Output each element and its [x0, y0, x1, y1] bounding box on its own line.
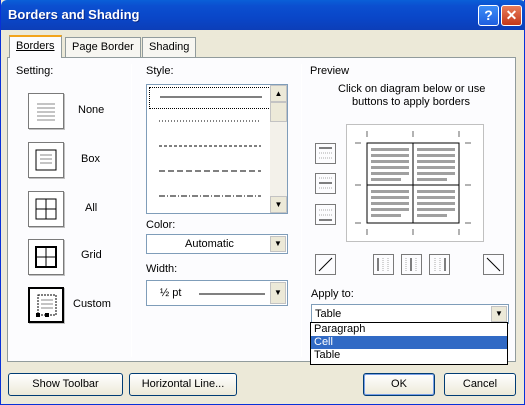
window-title: Borders and Shading — [8, 7, 140, 22]
color-value: Automatic — [185, 238, 234, 250]
borders-panel: Setting: None Box All Grid Custom Style:… — [7, 57, 516, 362]
setting-box-icon[interactable] — [28, 142, 64, 178]
apply-to-value: Table — [315, 308, 342, 320]
inside-vertical-border-button[interactable] — [401, 254, 422, 275]
setting-custom-label[interactable]: Custom — [73, 298, 111, 310]
right-border-button[interactable] — [429, 254, 450, 275]
setting-none-icon[interactable] — [28, 93, 64, 129]
separator-left — [131, 64, 132, 357]
setting-none-label[interactable]: None — [78, 104, 104, 116]
width-line-sample — [199, 293, 265, 295]
setting-all-icon[interactable] — [28, 191, 64, 227]
apply-to-option-table[interactable]: Table — [311, 349, 507, 362]
color-heading: Color: — [146, 219, 176, 231]
setting-all-label[interactable]: All — [85, 202, 97, 214]
apply-to-heading: Apply to: — [311, 288, 354, 300]
bottom-border-button[interactable] — [315, 204, 336, 225]
apply-to-option-cell[interactable]: Cell — [311, 336, 507, 349]
close-button[interactable]: ✕ — [501, 5, 522, 26]
scroll-down-icon[interactable]: ▼ — [270, 196, 287, 213]
help-button[interactable]: ? — [478, 5, 499, 26]
setting-heading: Setting: — [16, 65, 54, 77]
tab-page-border[interactable]: Page Border — [65, 37, 141, 57]
color-dropdown[interactable]: Automatic ▼ — [146, 234, 288, 254]
ok-button[interactable]: OK — [363, 373, 435, 396]
setting-grid-icon[interactable] — [28, 239, 64, 275]
show-toolbar-button[interactable]: Show Toolbar — [8, 373, 123, 396]
style-scrollbar[interactable]: ▲ ▼ — [270, 85, 287, 213]
chevron-down-icon[interactable]: ▼ — [270, 236, 286, 252]
preview-hint-2: buttons to apply borders — [352, 96, 471, 108]
style-option-solid[interactable] — [149, 87, 271, 109]
preview-hint-1: Click on diagram below or use — [338, 83, 486, 95]
cancel-button[interactable]: Cancel — [444, 373, 516, 396]
width-heading: Width: — [146, 263, 178, 275]
width-dropdown[interactable]: ½ pt ▼ — [146, 280, 288, 306]
top-border-button[interactable] — [315, 143, 336, 164]
style-option-dotted[interactable] — [149, 111, 271, 133]
inside-horizontal-border-button[interactable] — [315, 173, 336, 194]
tab-page-border-label: Page Border — [72, 41, 134, 53]
style-heading: Style: — [146, 65, 174, 77]
preview-heading: Preview — [310, 65, 350, 77]
setting-custom-icon[interactable] — [28, 287, 64, 323]
preview-diagram[interactable] — [346, 124, 484, 242]
separator-right — [301, 64, 302, 357]
apply-to-options-list[interactable]: Paragraph Cell Table — [310, 322, 508, 365]
diagonal-down-border-button[interactable] — [315, 254, 336, 275]
tab-shading[interactable]: Shading — [142, 37, 197, 57]
style-listbox[interactable]: ▲ ▼ — [146, 84, 288, 214]
tab-borders[interactable]: Borders — [9, 35, 62, 58]
borders-shading-dialog: Borders and Shading ? ✕ Borders Page Bor… — [0, 0, 525, 405]
left-border-button[interactable] — [373, 254, 394, 275]
width-value: ½ pt — [160, 287, 182, 299]
horizontal-line-button[interactable]: Horizontal Line... — [129, 373, 237, 396]
scroll-up-icon[interactable]: ▲ — [270, 85, 287, 102]
apply-to-option-paragraph[interactable]: Paragraph — [311, 323, 507, 336]
scroll-thumb[interactable] — [270, 102, 287, 122]
apply-to-dropdown[interactable]: Table ▼ — [311, 304, 509, 324]
diagonal-up-border-button[interactable] — [483, 254, 504, 275]
tab-borders-label: Borders — [16, 40, 55, 52]
style-option-dash-dot[interactable] — [149, 186, 271, 208]
chevron-down-icon[interactable]: ▼ — [270, 282, 286, 304]
tab-shading-label: Shading — [149, 41, 190, 53]
chevron-down-icon[interactable]: ▼ — [491, 306, 507, 322]
style-option-dashed[interactable] — [149, 161, 271, 183]
setting-grid-label[interactable]: Grid — [81, 249, 102, 261]
style-option-dashed-small[interactable] — [149, 136, 271, 158]
titlebar[interactable]: Borders and Shading ? ✕ — [1, 0, 525, 30]
setting-box-label[interactable]: Box — [81, 153, 100, 165]
